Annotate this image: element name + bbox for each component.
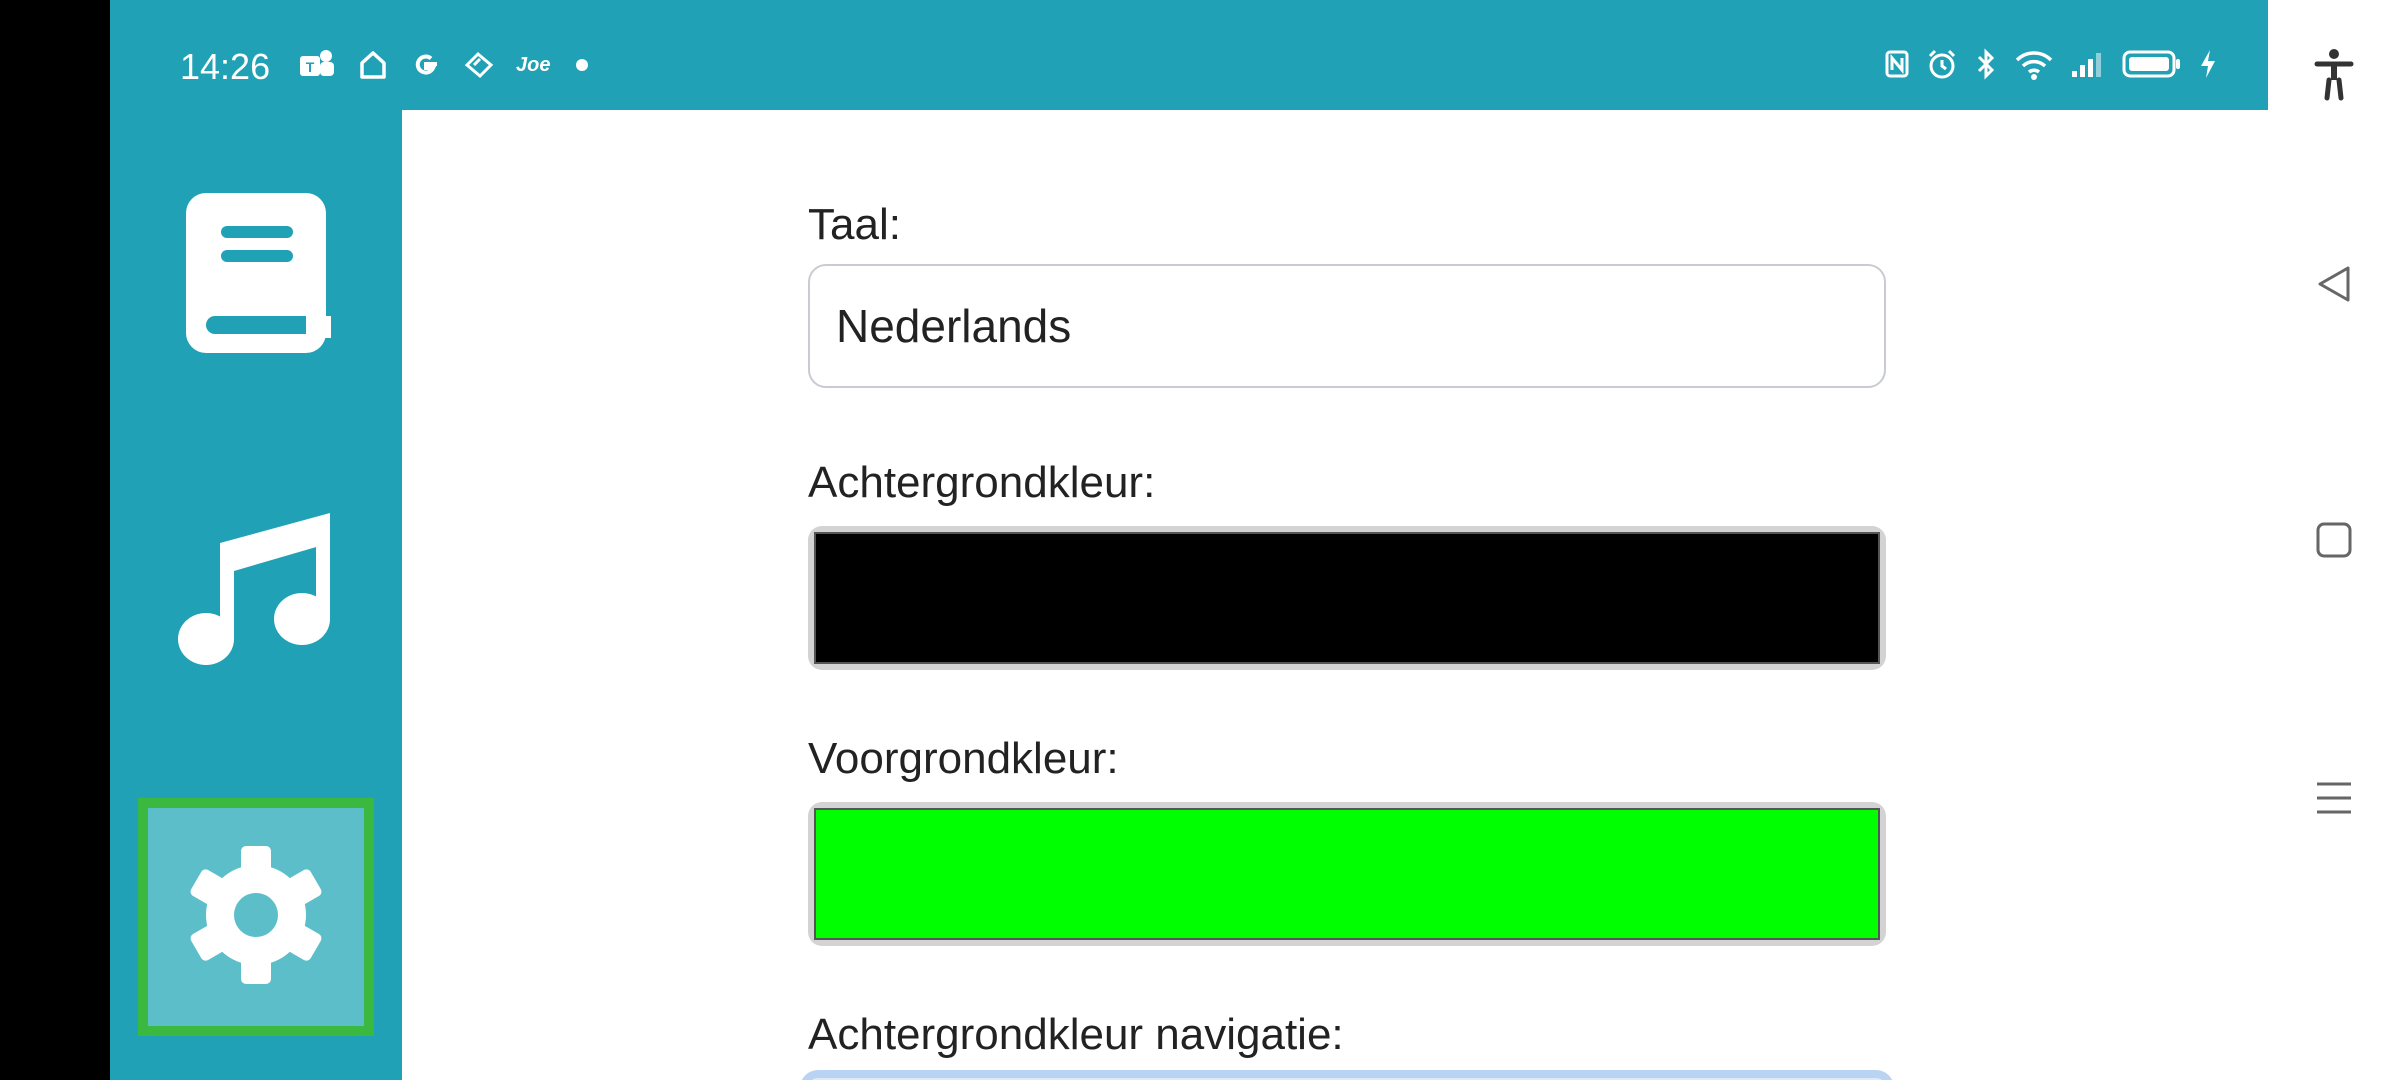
background-color-label: Achtergrondkleur: <box>808 458 1156 507</box>
foreground-color-swatch <box>814 808 1880 940</box>
left-bezel <box>0 0 110 1080</box>
charging-icon <box>2198 48 2218 80</box>
sidebar <box>110 110 402 1080</box>
system-status-icons <box>1884 48 2218 80</box>
bluetooth-icon <box>1974 48 1998 80</box>
language-label: Taal: <box>808 200 901 249</box>
home-square-icon <box>2314 520 2354 565</box>
back-button[interactable] <box>2268 264 2400 309</box>
foreground-color-label: Voorgrondkleur: <box>808 734 1119 783</box>
recents-button[interactable] <box>2268 778 2400 823</box>
status-time: 14:26 <box>180 46 271 87</box>
recents-icon <box>2314 778 2354 823</box>
settings-panel: Taal: Nederlands Achtergrondkleur: Voorg… <box>402 110 2268 1080</box>
language-value: Nederlands <box>836 300 1072 352</box>
nav-background-color-picker[interactable] <box>800 1070 1894 1080</box>
back-icon <box>2314 264 2354 309</box>
system-navigation-bar <box>2268 0 2400 1080</box>
home-button[interactable] <box>2268 520 2400 565</box>
gear-icon <box>181 840 331 995</box>
svg-text:T: T <box>306 59 315 75</box>
dot-icon <box>572 55 592 75</box>
teams-icon: T <box>298 48 336 82</box>
status-bar: 14:26 T Joe <box>110 0 2268 110</box>
music-note-icon <box>176 509 336 674</box>
google-icon <box>410 49 442 81</box>
sidebar-item-book[interactable] <box>138 156 374 394</box>
foreground-color-picker[interactable] <box>808 802 1886 946</box>
notification-icons: T Joe <box>298 48 592 82</box>
background-color-picker[interactable] <box>808 526 1886 670</box>
battery-icon <box>2122 49 2182 79</box>
signal-icon <box>2070 49 2106 79</box>
accessibility-button[interactable] <box>2268 48 2400 107</box>
sidebar-item-music[interactable] <box>138 472 374 710</box>
language-field[interactable]: Nederlands <box>808 264 1886 388</box>
home-icon <box>358 49 388 81</box>
book-icon <box>181 188 331 363</box>
nfc-icon <box>1884 48 1910 80</box>
screen: 14:26 T Joe Taal: Nederlands Achtergrond… <box>0 0 2400 1080</box>
wifi-icon <box>2014 48 2054 80</box>
sidebar-item-settings[interactable] <box>138 798 374 1036</box>
nav-background-color-label: Achtergrondkleur navigatie: <box>808 1010 1344 1059</box>
background-color-swatch <box>814 532 1880 664</box>
joe-icon: Joe <box>516 53 551 76</box>
tag-icon <box>464 51 494 79</box>
alarm-icon <box>1926 48 1958 80</box>
accessibility-icon <box>2314 48 2354 107</box>
